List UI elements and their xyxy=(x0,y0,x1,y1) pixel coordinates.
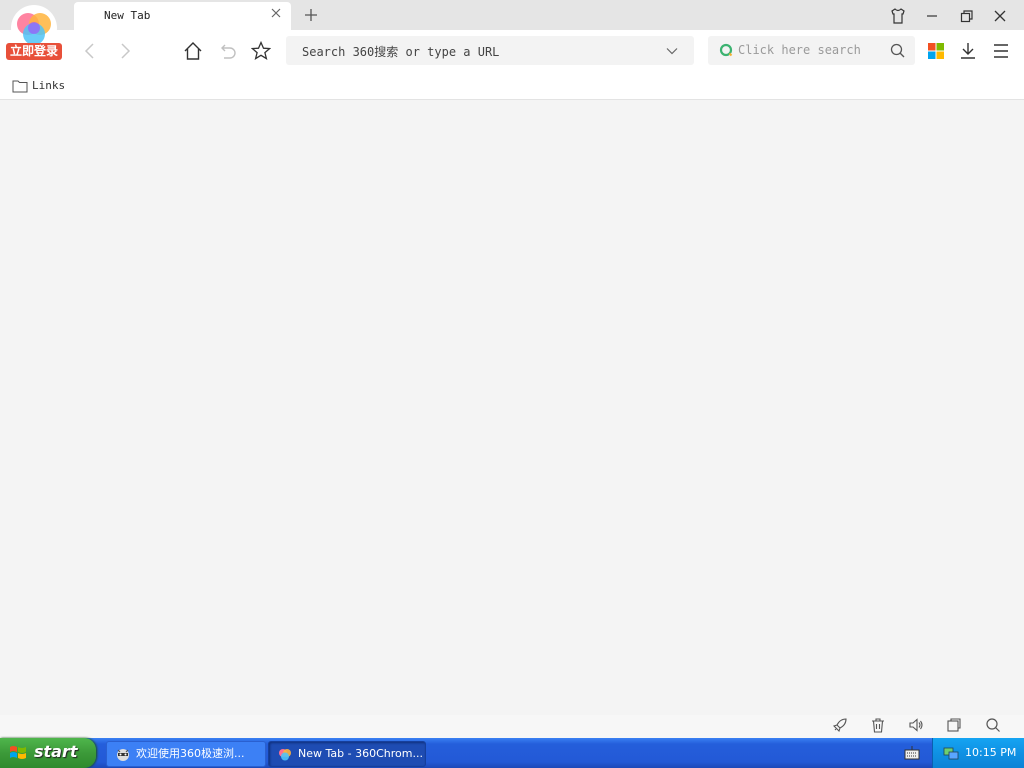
app-grid-icon[interactable] xyxy=(926,41,946,61)
bookmark-label: Links xyxy=(32,79,66,92)
clock[interactable]: 10:15 PM xyxy=(965,746,1016,759)
windows-flag-icon xyxy=(10,746,26,759)
tab-close-icon[interactable] xyxy=(269,6,283,20)
address-placeholder: Search 360搜索 or type a URL xyxy=(302,45,500,59)
chevron-down-icon[interactable] xyxy=(666,45,678,57)
login-badge[interactable]: 立即登录 xyxy=(6,43,62,60)
taskbar-item-new-tab[interactable]: New Tab - 360Chrom... xyxy=(268,741,426,767)
minimize-icon[interactable] xyxy=(922,6,942,26)
taskbar-item-label: 欢迎使用360极速浏... xyxy=(136,747,245,760)
back-icon[interactable] xyxy=(80,41,100,61)
home-icon[interactable] xyxy=(183,41,203,61)
trash-icon[interactable] xyxy=(870,717,886,733)
address-bar[interactable]: Search 360搜索 or type a URL xyxy=(286,36,694,65)
search-placeholder: Click here search xyxy=(738,43,861,57)
folder-icon xyxy=(12,80,28,93)
taskbar-item-label: New Tab - 360Chrom... xyxy=(298,747,423,760)
raccoon-icon xyxy=(117,749,129,761)
start-button[interactable]: start xyxy=(0,738,96,768)
window-icon[interactable] xyxy=(946,717,962,733)
undo-icon[interactable] xyxy=(218,41,238,61)
skin-icon[interactable] xyxy=(888,6,908,26)
star-icon[interactable] xyxy=(251,41,271,61)
tab-new-tab[interactable]: New Tab xyxy=(74,2,291,30)
network-icon[interactable] xyxy=(943,745,959,761)
360-search-icon xyxy=(719,43,733,57)
new-tab-plus-icon[interactable] xyxy=(302,6,320,24)
page-content[interactable] xyxy=(0,100,1024,715)
close-window-icon[interactable] xyxy=(990,6,1010,26)
rocket-icon[interactable] xyxy=(832,717,848,733)
taskbar-item-welcome[interactable]: 欢迎使用360极速浏... xyxy=(106,741,266,767)
download-icon[interactable] xyxy=(958,41,978,61)
status-search-icon[interactable] xyxy=(985,717,1001,733)
system-tray: 10:15 PM xyxy=(932,738,1024,768)
menu-icon[interactable] xyxy=(991,41,1011,61)
restore-icon[interactable] xyxy=(956,6,976,26)
search-box[interactable]: Click here search xyxy=(708,36,915,65)
tab-title: New Tab xyxy=(104,9,151,22)
speaker-icon[interactable] xyxy=(908,717,924,733)
keyboard-icon[interactable] xyxy=(904,745,920,761)
bookmarks-bar xyxy=(0,72,1024,100)
start-label: start xyxy=(34,742,78,761)
search-icon[interactable] xyxy=(890,43,905,58)
forward-icon[interactable] xyxy=(115,41,135,61)
browser-app-icon xyxy=(279,749,291,761)
